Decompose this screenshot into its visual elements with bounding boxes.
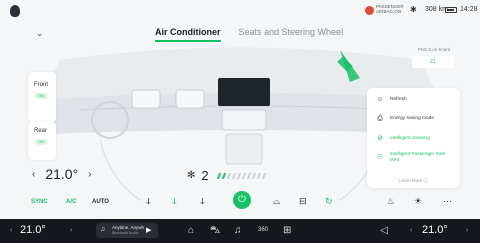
intelligent-cleaning-option-label: Intelligent cleaning	[390, 136, 430, 142]
energy-saving-option[interactable]: ⎙ Energy-saving mode	[376, 115, 434, 123]
refresh-icon: ☺	[376, 96, 384, 103]
zone-rear-card[interactable]: Rear ON	[28, 122, 56, 160]
energy-saving-option-label: Energy-saving mode	[390, 116, 434, 122]
airbag-status-text: PASSENGER AIRBAG ON	[376, 4, 404, 14]
fan-icon: ✻	[187, 170, 196, 181]
car-icon[interactable]: ⛍	[210, 225, 220, 238]
intelligent-cleaning-option[interactable]: ⊘ Intelligent cleaning	[376, 135, 430, 143]
driver-temp-control: ‹ 21.0° ›	[32, 166, 92, 182]
360-view-icon[interactable]: 360	[258, 227, 268, 233]
energy-saving-icon: ⎙	[377, 115, 383, 122]
fan-level-bar[interactable]	[246, 172, 251, 179]
right-temp-decrease-button[interactable]: ‹	[410, 227, 412, 234]
music-note-icon: ♫	[100, 226, 106, 233]
vent-icon: ⚇	[376, 153, 383, 161]
clock: 14:28	[460, 6, 478, 13]
airflow-face-icon[interactable]: ↆ	[146, 196, 151, 207]
zone-rear-status: ON	[34, 139, 48, 145]
fan-level-bars[interactable]	[216, 172, 266, 179]
fan-level-bar[interactable]	[221, 172, 226, 179]
sun-icon[interactable]: ☀	[414, 196, 422, 207]
refresh-option[interactable]: ☺ Refresh	[376, 96, 407, 104]
sync-button[interactable]: SYNC	[31, 199, 48, 205]
seat-heat-icon[interactable]: ♨	[387, 196, 395, 207]
music-subtitle: Bluetooth Audio	[112, 231, 139, 235]
refresh-option-label: Refresh	[390, 97, 407, 103]
passenger-vent-option[interactable]: ⚇ Intelligent Passenger Side Vent	[376, 152, 452, 163]
climate-screen: PASSENGER AIRBAG ON ✱ 308 km 14:28 ⌄ Air…	[0, 0, 480, 243]
fan-level-bar[interactable]	[216, 172, 221, 179]
fan-level-bar[interactable]	[256, 172, 261, 179]
fan-level-bar[interactable]	[251, 172, 256, 179]
temp-decrease-button[interactable]: ‹	[32, 169, 35, 180]
profile-icon[interactable]	[10, 5, 20, 17]
apps-icon[interactable]: ⊞	[283, 225, 291, 236]
pm25-value: 21	[430, 59, 436, 65]
bottom-dock: ‹ 21.0° › ♫ Anytime, Anywh Bluetooth Aud…	[0, 219, 480, 243]
collapse-chevron-icon[interactable]: ⌄	[36, 28, 44, 39]
airbag-icon	[365, 6, 374, 15]
front-defrost-icon[interactable]: ⌓	[273, 196, 280, 207]
cleaning-icon: ⊘	[377, 135, 383, 142]
volume-icon[interactable]: ◁	[380, 225, 388, 236]
temp-increase-button[interactable]: ›	[88, 169, 91, 180]
more-options-icon[interactable]: ⋯	[443, 196, 452, 207]
fan-level-bar[interactable]	[231, 172, 236, 179]
music-widget[interactable]: ♫ Anytime, Anywh Bluetooth Audio ▶	[96, 223, 158, 238]
fan-speed: 2	[201, 168, 209, 183]
zone-front-label: Front	[34, 82, 49, 88]
home-icon[interactable]: ⌂	[188, 225, 194, 236]
left-temp-increase-button[interactable]: ›	[70, 227, 72, 234]
auto-button[interactable]: AUTO	[92, 199, 109, 205]
right-temp: 21.0°	[422, 224, 448, 236]
climate-power-button[interactable]: ⏻	[233, 191, 251, 209]
passenger-vent-option-label: Intelligent Passenger Side Vent	[389, 152, 446, 163]
airflow-body-icon[interactable]: ↆ	[172, 196, 177, 207]
left-temp: 21.0°	[20, 224, 46, 236]
fan-level-bar[interactable]	[241, 172, 246, 179]
music-title: Anytime, Anywh	[112, 225, 145, 230]
zone-front-status: ON	[34, 93, 48, 99]
battery-icon	[445, 7, 457, 13]
play-icon[interactable]: ▶	[146, 226, 151, 234]
driver-temp: 21.0°	[45, 166, 79, 182]
learn-more-link[interactable]: Learn More ⓘ	[367, 178, 460, 184]
fan-level-bar[interactable]	[226, 172, 231, 179]
fan-level-bar[interactable]	[236, 172, 241, 179]
ac-button[interactable]: A/C	[66, 199, 76, 205]
smart-climate-panel: ☺ Refresh ⎙ Energy-saving mode ⊘ Intelli…	[367, 88, 460, 188]
pm25-readout: 21	[412, 56, 454, 68]
rear-defrost-icon[interactable]: ⊟	[299, 196, 307, 207]
right-temp-increase-button[interactable]: ›	[466, 227, 468, 234]
airflow-feet-icon[interactable]: ↆ	[200, 196, 205, 207]
bluetooth-icon: ✱	[410, 5, 417, 14]
fan-speed-control[interactable]: ✻ 2	[187, 168, 266, 183]
recirculation-icon[interactable]: ↻	[325, 196, 333, 207]
zone-front-card[interactable]: Front ON	[28, 72, 56, 122]
left-temp-decrease-button[interactable]: ‹	[10, 227, 12, 234]
zone-rear-label: Rear	[34, 128, 48, 134]
music-icon[interactable]: ♫	[234, 225, 242, 236]
pm25-label: PM2.5 on-board	[418, 47, 451, 52]
status-bar: PASSENGER AIRBAG ON ✱ 308 km 14:28	[0, 0, 480, 22]
